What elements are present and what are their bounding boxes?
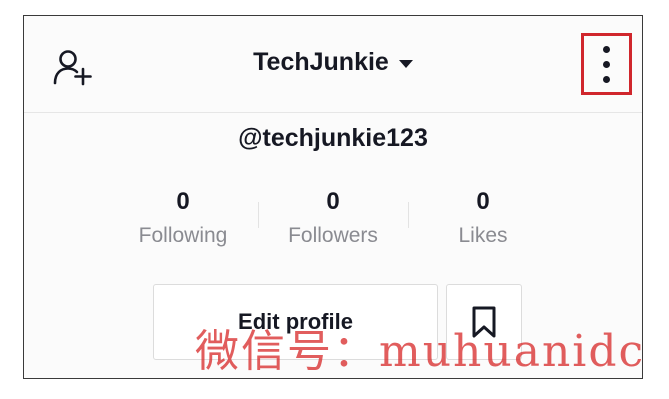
page-title: TechJunkie (253, 48, 389, 76)
stat-value: 0 (326, 188, 340, 215)
stat-label: Followers (288, 224, 378, 247)
stat-label: Likes (458, 224, 508, 247)
stat-likes[interactable]: 0 Likes (408, 184, 558, 254)
more-vertical-icon (603, 45, 610, 53)
profile-header: TechJunkie (24, 16, 642, 113)
account-switcher[interactable]: TechJunkie (253, 48, 413, 77)
stat-value: 0 (176, 188, 190, 215)
username: @techjunkie123 (238, 124, 428, 152)
profile-stats: 0 Following 0 Followers 0 Likes (108, 184, 558, 254)
more-options-button[interactable] (581, 33, 632, 95)
stat-following[interactable]: 0 Following (108, 184, 258, 254)
watermark-text: 微信号：muhuanidc (195, 326, 646, 377)
stat-label: Following (138, 224, 228, 247)
stat-value: 0 (476, 188, 490, 215)
caret-down-icon (398, 60, 413, 68)
stat-followers[interactable]: 0 Followers (258, 184, 408, 254)
